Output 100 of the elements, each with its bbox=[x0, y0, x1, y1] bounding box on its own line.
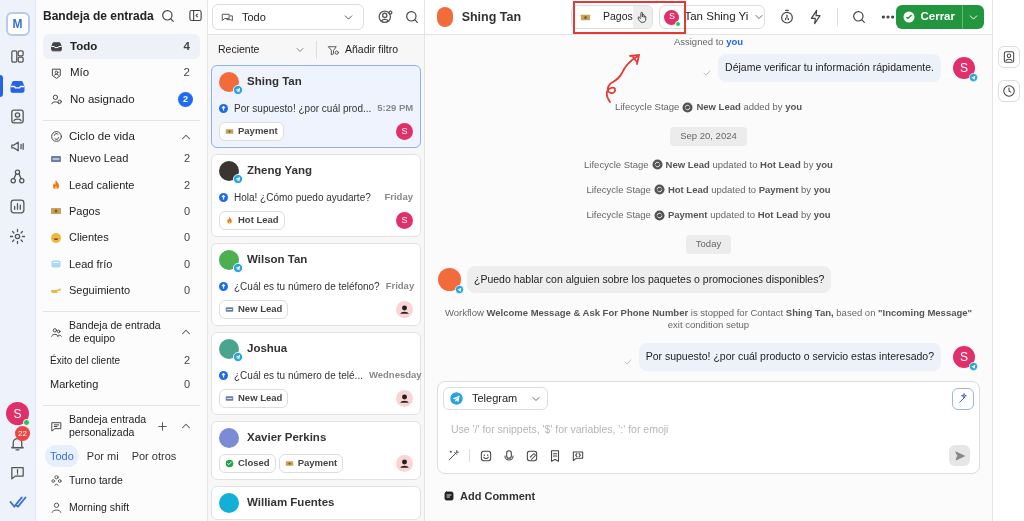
filter-tab[interactable]: Todo bbox=[45, 445, 79, 468]
conversation-card[interactable]: William Fuentes bbox=[211, 486, 421, 520]
tag-chip: Payment bbox=[278, 454, 344, 473]
contact-avatar bbox=[438, 267, 461, 291]
search-icon[interactable] bbox=[851, 9, 868, 25]
lifecycle-icon bbox=[682, 101, 694, 113]
tag-chip: New Lead bbox=[219, 300, 289, 319]
lifecycle-icon bbox=[653, 209, 665, 221]
inbox-filter-dropdown[interactable]: Todo bbox=[212, 4, 364, 30]
code-snippet-icon[interactable] bbox=[571, 448, 585, 463]
unassigned-avatar-icon bbox=[396, 301, 413, 318]
sidebar-item[interactable]: Pagos 0 bbox=[43, 198, 200, 225]
sidebar-item[interactable]: Lead frío 0 bbox=[43, 250, 200, 278]
history-button[interactable] bbox=[997, 80, 1020, 102]
filter-tab[interactable]: Por mi bbox=[81, 445, 124, 468]
telegram-icon bbox=[233, 352, 243, 362]
message-preview: ¿Cuál es tu número de teléfono? bbox=[234, 280, 380, 294]
section-title[interactable]: Bandeja de entrada de equipo bbox=[69, 319, 173, 346]
add-filter-button[interactable]: Añadir filtro bbox=[327, 42, 399, 58]
team-icon bbox=[50, 325, 63, 339]
note-icon[interactable] bbox=[548, 448, 562, 463]
item-count: 4 bbox=[183, 38, 191, 54]
section-title[interactable]: Bandeja entrada personalizada bbox=[69, 413, 150, 440]
telegram-icon bbox=[233, 174, 243, 184]
event-text: Assigned to you bbox=[673, 35, 744, 49]
check-circle-icon bbox=[225, 459, 234, 468]
section-title[interactable]: Ciclo de vida bbox=[69, 128, 173, 146]
event-label: Lifecycle Stage bbox=[584, 157, 649, 172]
sidebar-item[interactable]: Morning shift bbox=[43, 494, 200, 521]
tag-chip: Closed bbox=[219, 454, 276, 473]
person-badge-icon bbox=[50, 66, 63, 80]
channel-dropdown[interactable]: Telegram bbox=[443, 387, 548, 410]
chat-list-icon bbox=[50, 419, 63, 433]
sidebar-item[interactable]: Éxito del cliente 2 bbox=[43, 348, 200, 373]
ai-assist-button[interactable] bbox=[952, 387, 974, 410]
event-label: Lifecycle Stage bbox=[614, 100, 680, 114]
workflow-notice: Workflow Welcome Message & Ask For Phone Number is stopped for Contact Shing Tan, based on "Incoming Message" exit condition setup bbox=[443, 307, 974, 332]
tag-chip: New Lead bbox=[219, 389, 289, 408]
grin-face-icon bbox=[50, 231, 62, 244]
outgoing-arrow-icon bbox=[219, 193, 228, 202]
sidebar-item[interactable]: Mío 2 bbox=[43, 60, 200, 86]
sidebar-item[interactable]: Nuevo Lead 2 bbox=[43, 145, 200, 172]
layout-icon[interactable] bbox=[9, 48, 26, 65]
workflow-icon[interactable] bbox=[9, 168, 26, 185]
conversation-card[interactable]: Xavier Perkins Closed Payment bbox=[211, 421, 421, 480]
conversation-card[interactable]: Wilson Tan ¿Cuál es tu número de teléfono? Friday New Lead bbox=[211, 243, 421, 326]
checkmark-icon bbox=[702, 68, 713, 79]
bell-icon[interactable] bbox=[9, 435, 26, 452]
contact-name: Joshua bbox=[247, 341, 288, 357]
new-sign-icon bbox=[225, 305, 234, 314]
sidebar-item[interactable]: Clientes 0 bbox=[43, 224, 200, 251]
conversation-card[interactable]: Zheng Yang Hola! ¿Cómo puedo ayudarte? Friday Hot Lead S bbox=[211, 154, 421, 237]
message-preview: Por supuesto! ¿por cuál prod... bbox=[234, 102, 372, 116]
search-icon[interactable] bbox=[404, 9, 420, 25]
timer-icon[interactable] bbox=[779, 9, 796, 25]
sort-dropdown[interactable]: Reciente bbox=[218, 42, 306, 58]
settings-icon[interactable] bbox=[9, 228, 26, 245]
conversation-card[interactable]: Shing Tan Por supuesto! ¿por cuál prod... 5:29 PM Payment S bbox=[211, 65, 421, 148]
event-label: Lifecycle Stage bbox=[586, 182, 651, 197]
message-input[interactable]: Use '/' for snippets, '$' for variables, ':' for emoji bbox=[443, 418, 974, 440]
filter-icon bbox=[327, 43, 340, 57]
close-button[interactable]: Cerrar bbox=[896, 5, 984, 29]
contact-name: Xavier Perkins bbox=[247, 430, 327, 446]
contact-card-icon[interactable] bbox=[9, 108, 26, 125]
user-avatar[interactable]: S bbox=[6, 402, 29, 425]
sidebar-item[interactable]: Seguimiento 0 bbox=[43, 277, 200, 304]
filter-tab[interactable]: Por otros bbox=[126, 445, 182, 468]
sidebar-item[interactable]: Lead caliente 2 bbox=[43, 171, 200, 199]
user-icon bbox=[50, 501, 63, 515]
add-icon[interactable] bbox=[156, 419, 169, 433]
feedback-icon[interactable] bbox=[9, 464, 26, 481]
unassigned-avatar-icon bbox=[396, 390, 413, 407]
sidebar-item[interactable]: Marketing 0 bbox=[43, 372, 200, 398]
search-icon[interactable] bbox=[159, 7, 176, 24]
attachment-icon[interactable] bbox=[525, 448, 539, 463]
microphone-icon[interactable] bbox=[502, 448, 516, 463]
user-settings-icon[interactable] bbox=[377, 8, 394, 26]
checkmark-icon bbox=[622, 357, 633, 368]
sidebar-item[interactable]: Turno tarde bbox=[43, 467, 200, 495]
assignee-dropdown[interactable]: S Tan Shing Yi bbox=[659, 5, 766, 29]
outgoing-arrow-icon bbox=[219, 104, 228, 113]
magic-wand-icon[interactable] bbox=[447, 449, 460, 462]
emoji-icon[interactable] bbox=[479, 448, 493, 463]
inbox-icon[interactable] bbox=[9, 78, 26, 95]
collapse-panel-icon[interactable] bbox=[187, 8, 203, 24]
telegram-icon bbox=[233, 263, 243, 273]
contact-card-icon bbox=[1001, 50, 1016, 64]
contact-panel-button[interactable] bbox=[997, 46, 1020, 68]
sidebar-item[interactable]: No asignado 2 bbox=[43, 87, 200, 113]
banknote-icon bbox=[225, 127, 234, 136]
add-comment-button[interactable]: Add Comment bbox=[443, 488, 536, 505]
chart-icon[interactable] bbox=[9, 198, 26, 215]
active-indicator bbox=[0, 75, 3, 97]
agent-avatar: S bbox=[953, 57, 975, 80]
sidebar-item[interactable]: Todo 4 bbox=[43, 33, 200, 59]
send-button[interactable] bbox=[949, 445, 970, 466]
workspace-logo[interactable]: M bbox=[5, 12, 30, 36]
conversation-card[interactable]: Joshua ¿Cuál es tu número de telé... Wednesday New Lead bbox=[211, 332, 421, 415]
lifecycle-stage-button[interactable]: Pagos bbox=[571, 5, 654, 29]
item-count: 2 bbox=[183, 65, 191, 81]
